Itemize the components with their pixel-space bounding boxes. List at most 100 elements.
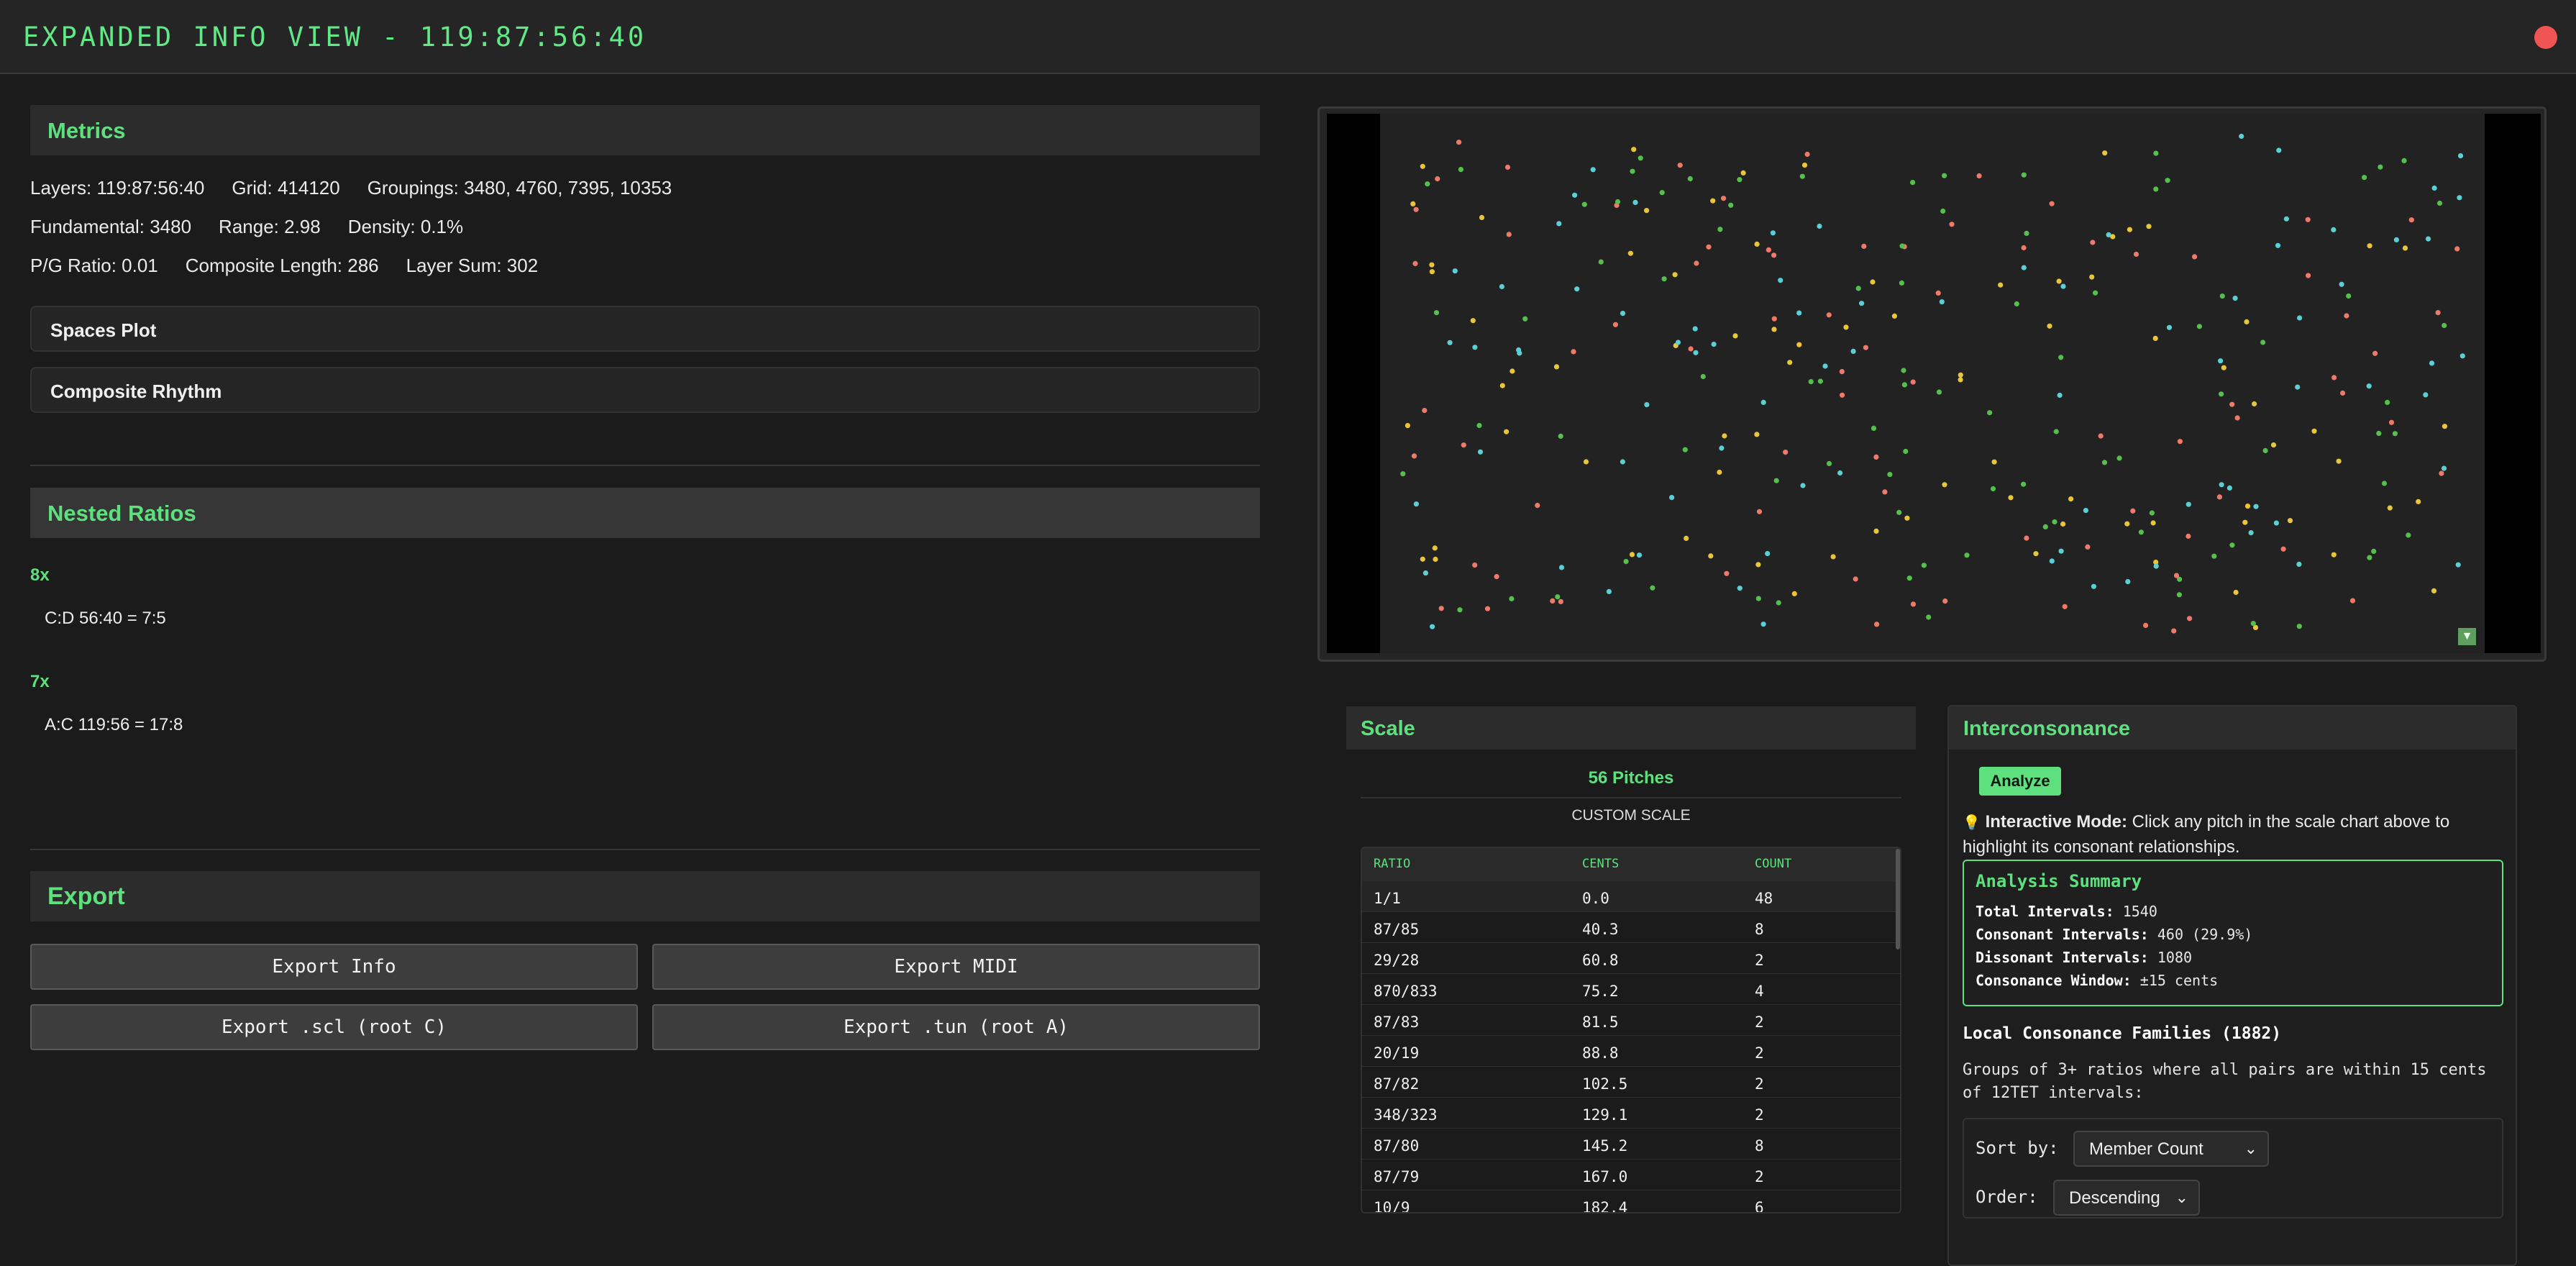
pitch-point[interactable] bbox=[2248, 530, 2254, 536]
pitch-point[interactable] bbox=[2153, 150, 2159, 156]
pitch-point[interactable] bbox=[1708, 553, 1714, 559]
pitch-point[interactable] bbox=[1882, 489, 1888, 495]
pitch-point[interactable] bbox=[2283, 216, 2289, 222]
pitch-point[interactable] bbox=[2085, 544, 2091, 550]
pitch-point[interactable] bbox=[1891, 313, 1897, 319]
pitch-point[interactable] bbox=[2021, 172, 2027, 178]
pitch-point[interactable] bbox=[2089, 274, 2095, 280]
pitch-point[interactable] bbox=[2125, 579, 2131, 585]
pitch-point[interactable] bbox=[2152, 335, 2158, 341]
pitch-point[interactable] bbox=[2242, 519, 2248, 525]
pitch-point[interactable] bbox=[1457, 607, 1463, 613]
pitch-point[interactable] bbox=[2233, 589, 2239, 596]
pitch-point[interactable] bbox=[2253, 504, 2259, 509]
pitch-point[interactable] bbox=[1942, 482, 1947, 488]
pitch-point[interactable] bbox=[2060, 283, 2066, 289]
pitch-point[interactable] bbox=[2344, 313, 2349, 319]
pitch-point[interactable] bbox=[1796, 310, 1802, 316]
table-row[interactable]: 87/83 81.5 2 bbox=[1362, 1005, 1900, 1036]
pitch-point[interactable] bbox=[2371, 548, 2377, 555]
pitch-point[interactable] bbox=[1504, 164, 1511, 170]
pitch-point[interactable] bbox=[2244, 504, 2251, 509]
pitch-point[interactable] bbox=[1850, 348, 1856, 354]
pitch-point[interactable] bbox=[2367, 243, 2372, 249]
pitch-point[interactable] bbox=[1669, 495, 1675, 501]
pitch-point[interactable] bbox=[1991, 459, 1997, 465]
pitch-point[interactable] bbox=[1620, 311, 1626, 316]
pitch-point[interactable] bbox=[2149, 510, 2155, 516]
pitch-point[interactable] bbox=[1644, 208, 1650, 214]
pitch-point[interactable] bbox=[2219, 293, 2225, 299]
pitch-point[interactable] bbox=[2024, 230, 2029, 236]
pitch-point[interactable] bbox=[1558, 598, 1563, 605]
pitch-point[interactable] bbox=[2366, 383, 2372, 389]
pitch-point[interactable] bbox=[2116, 455, 2122, 461]
pitch-point[interactable] bbox=[2186, 533, 2191, 539]
pitch-point[interactable] bbox=[1693, 350, 1699, 355]
export-info-button[interactable]: Export Info bbox=[30, 944, 638, 990]
table-row[interactable]: 20/19 88.8 2 bbox=[1362, 1036, 1900, 1067]
pitch-point[interactable] bbox=[1435, 176, 1440, 182]
analyze-button[interactable]: Analyze bbox=[1979, 767, 2061, 796]
pitch-point[interactable] bbox=[2083, 508, 2088, 514]
pitch-point[interactable] bbox=[2110, 234, 2116, 240]
pitch-point[interactable] bbox=[2362, 175, 2367, 181]
pitch-point[interactable] bbox=[1958, 372, 1963, 378]
close-button[interactable] bbox=[2534, 26, 2557, 49]
pitch-point[interactable] bbox=[2331, 552, 2337, 557]
pitch-point[interactable] bbox=[1706, 244, 1712, 250]
pitch-point[interactable] bbox=[2436, 200, 2443, 206]
expand-toggle-icon[interactable]: ▼ bbox=[2458, 628, 2476, 645]
pitch-point[interactable] bbox=[2239, 133, 2244, 140]
pitch-point[interactable] bbox=[2049, 558, 2055, 564]
pitch-point[interactable] bbox=[1516, 347, 1522, 353]
pitch-point[interactable] bbox=[2219, 391, 2224, 397]
pitch-point[interactable] bbox=[1796, 342, 1802, 347]
pitch-point[interactable] bbox=[2024, 535, 2029, 541]
pitch-point[interactable] bbox=[2296, 624, 2302, 629]
pitch-point[interactable] bbox=[1456, 140, 1462, 145]
pitch-point[interactable] bbox=[1550, 598, 1556, 604]
pitch-point[interactable] bbox=[2177, 439, 2183, 445]
pitch-point[interactable] bbox=[2211, 553, 2217, 559]
pitch-point[interactable] bbox=[1771, 327, 1777, 332]
order-select[interactable]: Descending ⌄ bbox=[2053, 1180, 2200, 1216]
pitch-point[interactable] bbox=[1472, 345, 1478, 350]
pitch-point[interactable] bbox=[2101, 460, 2108, 465]
pitch-point[interactable] bbox=[2367, 555, 2372, 560]
pitch-point[interactable] bbox=[2287, 518, 2293, 524]
pitch-point[interactable] bbox=[1787, 360, 1793, 365]
pitch-point[interactable] bbox=[1808, 379, 1814, 385]
pitch-point[interactable] bbox=[1942, 173, 1947, 178]
pitch-point[interactable] bbox=[2280, 546, 2286, 552]
pitch-point[interactable] bbox=[1887, 472, 1893, 478]
pitch-point[interactable] bbox=[1472, 563, 1478, 568]
pitch-point[interactable] bbox=[2216, 494, 2222, 500]
pitch-point[interactable] bbox=[2021, 245, 2027, 251]
export-scl-button[interactable]: Export .scl (root C) bbox=[30, 1004, 638, 1050]
pitch-point[interactable] bbox=[1906, 575, 1912, 581]
pitch-point[interactable] bbox=[1719, 445, 1725, 451]
pitch-point[interactable] bbox=[1632, 199, 1638, 205]
pitch-point[interactable] bbox=[1873, 528, 1879, 534]
pitch-point[interactable] bbox=[1422, 570, 1428, 576]
pitch-point[interactable] bbox=[1461, 442, 1466, 448]
pitch-point[interactable] bbox=[1826, 312, 1832, 318]
pitch-point[interactable] bbox=[2273, 520, 2279, 526]
pitch-point[interactable] bbox=[2093, 290, 2098, 296]
pitch-point[interactable] bbox=[1791, 591, 1797, 597]
table-scrollbar[interactable] bbox=[1896, 849, 1900, 950]
pitch-point[interactable] bbox=[2349, 598, 2356, 604]
pitch-point[interactable] bbox=[1800, 483, 1806, 488]
pitch-point[interactable] bbox=[1692, 326, 1698, 332]
pitch-point[interactable] bbox=[1755, 562, 1761, 568]
pitch-point[interactable] bbox=[1754, 432, 1760, 437]
pitch-point[interactable] bbox=[1837, 470, 1843, 476]
pitch-point[interactable] bbox=[2331, 375, 2337, 381]
pitch-point[interactable] bbox=[1976, 173, 1982, 179]
pitch-point[interactable] bbox=[2339, 281, 2344, 287]
pitch-point[interactable] bbox=[1438, 606, 1444, 611]
pitch-point[interactable] bbox=[1581, 201, 1587, 207]
pitch-point[interactable] bbox=[1413, 206, 1419, 212]
pitch-point[interactable] bbox=[1899, 243, 1905, 249]
